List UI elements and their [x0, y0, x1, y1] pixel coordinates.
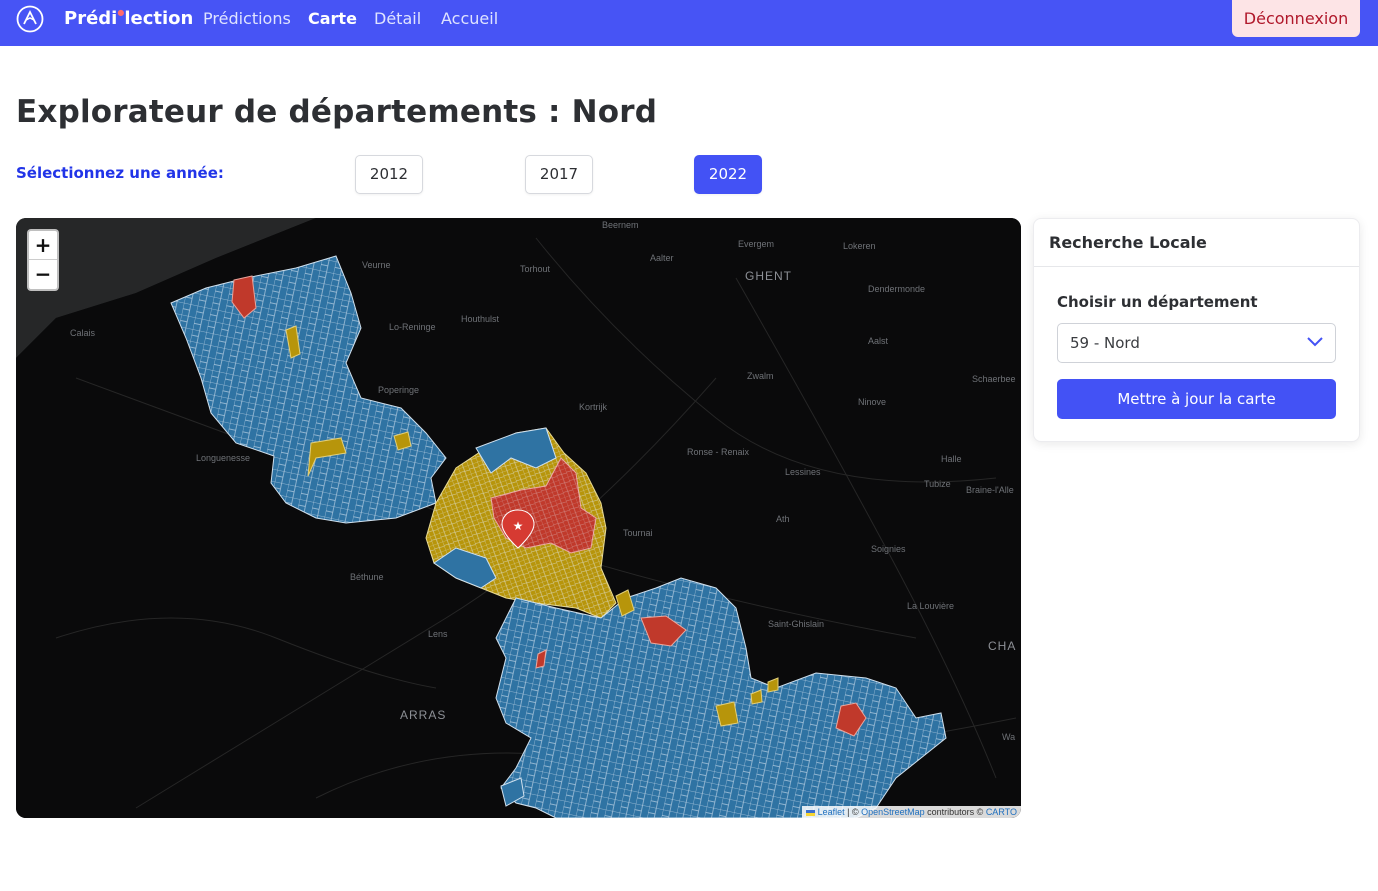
department-field-label: Choisir un département	[1057, 293, 1258, 311]
map-label: Torhout	[520, 264, 551, 274]
page-title: Explorateur de départements : Nord	[16, 94, 658, 130]
map-label: Veurne	[362, 260, 391, 270]
ukraine-flag-icon	[806, 809, 816, 816]
map-label: Houthulst	[461, 314, 500, 324]
card-header: Recherche Locale	[1034, 219, 1359, 267]
department-select-value: 59 - Nord	[1070, 334, 1140, 352]
map-label: Tubize	[924, 479, 951, 489]
map-label: Wa	[1002, 732, 1016, 742]
svg-text:★: ★	[513, 519, 524, 533]
leaflet-link[interactable]: Leaflet	[818, 807, 845, 817]
map-label: Lo-Reninge	[389, 322, 436, 332]
osm-link[interactable]: OpenStreetMap	[861, 807, 925, 817]
map-label: Braine-l'Alle	[966, 485, 1014, 495]
app-logo-icon[interactable]	[16, 5, 44, 33]
chevron-down-icon	[1307, 337, 1323, 347]
brand-title[interactable]: Prédi●lection	[64, 8, 193, 29]
year-button-2012[interactable]: 2012	[355, 155, 423, 194]
nav-link-predictions[interactable]: Prédictions	[203, 9, 291, 28]
map-label: Lokeren	[843, 241, 876, 251]
attrib-sep: | ©	[844, 807, 862, 817]
map-label: Longuenesse	[196, 453, 251, 463]
map-label: La Louvière	[907, 601, 955, 611]
year-selector-label: Sélectionnez une année:	[16, 164, 224, 182]
zoom-in-button[interactable]: +	[29, 231, 57, 260]
brand-right: lection	[124, 8, 194, 29]
map-label: Béthune	[350, 572, 384, 582]
nav-link-accueil[interactable]: Accueil	[441, 9, 498, 28]
map-label: Calais	[70, 328, 96, 338]
map-label: Schaerbee	[972, 374, 1016, 384]
map-label: Aalst	[868, 336, 889, 346]
map-label: ARRAS	[400, 708, 447, 722]
brand-left: Prédi	[64, 8, 118, 29]
map-label: Soignies	[871, 544, 906, 554]
year-button-2022[interactable]: 2022	[694, 155, 762, 194]
department-select[interactable]: 59 - Nord	[1057, 323, 1336, 363]
nav-link-carte[interactable]: Carte	[308, 9, 357, 28]
map-label: Ronse - Renaix	[687, 447, 750, 457]
map-label: Tournai	[623, 528, 653, 538]
map-label: Poperinge	[378, 385, 420, 395]
navbar: Prédi●lection Prédictions Carte Détail A…	[0, 0, 1378, 46]
brand-dot-icon: ●	[117, 8, 125, 17]
attrib-contrib: contributors ©	[924, 807, 986, 817]
map-label: Evergem	[738, 239, 775, 249]
year-button-2017[interactable]: 2017	[525, 155, 593, 194]
map-canvas[interactable]: ★	[16, 218, 1021, 818]
map-label: Ninove	[858, 397, 887, 407]
map-attribution: Leaflet | © OpenStreetMap contributors ©…	[802, 806, 1021, 818]
choropleth-map[interactable]: ★ Beernem Evergem Lokeren Aalter GHENT V…	[16, 218, 1021, 818]
map-label: Lens	[428, 629, 448, 639]
update-map-button[interactable]: Mettre à jour la carte	[1057, 379, 1336, 419]
map-label: Dendermonde	[868, 284, 926, 294]
map-label: Kortrijk	[579, 402, 608, 412]
zoom-out-button[interactable]: −	[29, 260, 57, 289]
carto-link[interactable]: CARTO	[986, 807, 1017, 817]
map-label: Beernem	[602, 220, 639, 230]
map-label: Lessines	[785, 467, 821, 477]
map-label: Ath	[776, 514, 790, 524]
nav-link-detail[interactable]: Détail	[374, 9, 421, 28]
map-label: Aalter	[650, 253, 674, 263]
zoom-control: + −	[27, 229, 59, 291]
map-label: Halle	[941, 454, 962, 464]
map-label: GHENT	[745, 269, 792, 283]
logout-button[interactable]: Déconnexion	[1232, 0, 1360, 37]
map-label: Zwalm	[747, 371, 774, 381]
local-search-card: Recherche Locale Choisir un département …	[1033, 218, 1360, 442]
map-label: Saint-Ghislain	[768, 619, 825, 629]
map-label: CHA	[988, 639, 1017, 653]
